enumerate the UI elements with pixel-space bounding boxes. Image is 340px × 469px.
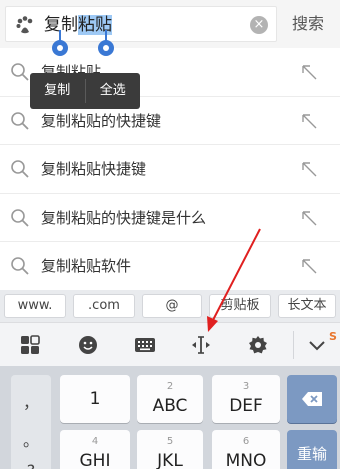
t9-keyboard: ， 。 ? 1 2 ABC 3 DEF 4 GHI 5 JKL 6 MNO 重输 xyxy=(0,366,340,469)
collapse-icon[interactable] xyxy=(307,335,327,355)
search-icon xyxy=(11,257,29,275)
fill-query-arrow-icon[interactable] xyxy=(300,112,318,130)
suggestion-text: 复制粘贴快捷键 xyxy=(41,160,147,178)
reenter-label: 重输 xyxy=(296,445,327,463)
copy-button[interactable]: 复制 xyxy=(30,73,85,109)
search-icon xyxy=(11,111,29,130)
suggestion-text: 复制粘贴软件 xyxy=(41,257,132,275)
search-input[interactable]: 复制粘贴 xyxy=(44,14,112,36)
key-1[interactable]: 1 xyxy=(60,375,130,423)
key-letters: JKL xyxy=(157,451,183,469)
long-text-button[interactable]: 长文本 xyxy=(278,294,336,318)
backspace-button[interactable] xyxy=(287,375,337,423)
clear-icon[interactable]: × xyxy=(250,16,268,34)
suggestion-item[interactable]: 复制粘贴快捷键 xyxy=(0,145,340,194)
key-letters: ABC xyxy=(152,396,188,416)
shortcut-at[interactable]: @ xyxy=(142,294,202,318)
fill-query-arrow-icon[interactable] xyxy=(300,209,318,227)
key-number: 4 xyxy=(91,436,99,447)
search-box[interactable]: 复制粘贴 × xyxy=(5,6,277,42)
text-selection-menu: 复制 全选 xyxy=(30,73,140,109)
key-number: 6 xyxy=(242,436,250,447)
search-icon xyxy=(11,208,29,227)
shortcut-www[interactable]: www. xyxy=(4,294,66,318)
emoji-icon[interactable] xyxy=(78,335,98,355)
symbol-question[interactable]: ? xyxy=(11,461,51,469)
key-2[interactable]: 2 ABC xyxy=(137,375,203,423)
search-icon xyxy=(11,160,29,178)
key-3[interactable]: 3 DEF xyxy=(212,375,280,423)
search-icon xyxy=(11,63,29,81)
key-4[interactable]: 4 GHI xyxy=(60,430,130,469)
settings-icon[interactable] xyxy=(248,335,268,355)
clipboard-button[interactable]: 剪贴板 xyxy=(209,294,271,318)
query-unselected: 复制 xyxy=(44,15,78,35)
suggestion-item[interactable]: 复制粘贴的快捷键是什么 xyxy=(0,194,340,242)
key-label: 1 xyxy=(89,389,101,409)
shortcut-com[interactable]: .com xyxy=(73,294,135,318)
key-number: 3 xyxy=(242,381,250,392)
key-6[interactable]: 6 MNO xyxy=(212,430,280,469)
key-letters: MNO xyxy=(225,451,267,469)
key-letters: DEF xyxy=(229,396,263,416)
symbol-column[interactable]: ， 。 ? xyxy=(11,375,51,469)
backspace-icon xyxy=(302,392,322,406)
fill-query-arrow-icon[interactable] xyxy=(300,257,318,275)
keyboard-icon[interactable] xyxy=(134,335,156,355)
baidu-paw-icon xyxy=(16,16,33,34)
suggestion-item[interactable]: 复制粘贴软件 xyxy=(0,242,340,291)
grid-icon[interactable] xyxy=(20,335,40,355)
key-letters: GHI xyxy=(79,451,111,469)
key-number: 5 xyxy=(166,436,174,447)
ime-mark: S xyxy=(329,330,337,343)
suggestion-text: 复制粘贴的快捷键是什么 xyxy=(41,208,207,227)
search-bar: 复制粘贴 × 搜索 xyxy=(0,0,340,48)
symbol-period[interactable]: 。 xyxy=(11,427,51,451)
keyboard-toolbar xyxy=(0,322,340,366)
select-all-button[interactable]: 全选 xyxy=(86,73,141,109)
symbol-comma[interactable]: ， xyxy=(11,389,51,413)
reenter-button[interactable]: 重输 xyxy=(287,430,337,469)
suggestion-text: 复制粘贴的快捷键 xyxy=(41,111,162,130)
toolbar-divider xyxy=(293,331,294,359)
cursor-icon[interactable] xyxy=(190,335,212,355)
key-number: 2 xyxy=(166,381,174,392)
key-5[interactable]: 5 JKL xyxy=(137,430,203,469)
fill-query-arrow-icon[interactable] xyxy=(300,63,318,81)
search-button[interactable]: 搜索 xyxy=(292,14,324,34)
fill-query-arrow-icon[interactable] xyxy=(300,160,318,178)
shortcut-bar: www. .com @ 剪贴板 长文本 xyxy=(0,290,340,322)
